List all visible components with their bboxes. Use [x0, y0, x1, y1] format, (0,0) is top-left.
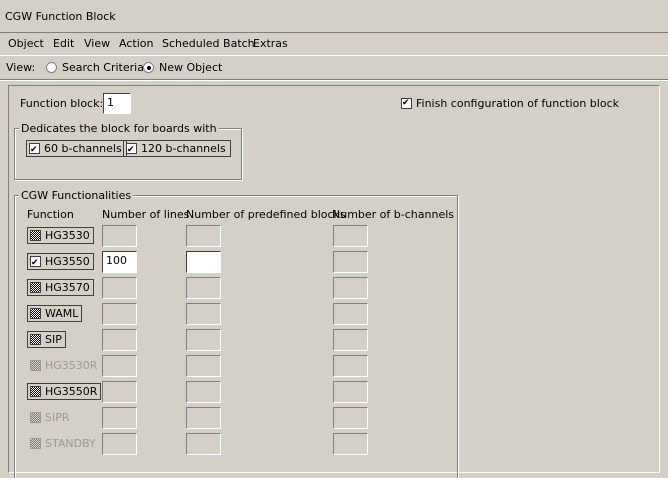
- function-sipr: SIPR: [27, 409, 74, 426]
- checkbox-60-label: 60 b-channels: [44, 142, 122, 155]
- check-icon: [30, 256, 41, 271]
- tristate-checkbox-icon: [30, 282, 41, 293]
- function-standby-label: STANDBY: [45, 437, 96, 450]
- bchannels-field-sipr: [333, 407, 368, 429]
- function-standby: STANDBY: [27, 435, 100, 452]
- header-number-of-predefined-blocks: Number of predefined blocks: [186, 208, 346, 221]
- function-hg3570-label: HG3570: [45, 281, 90, 294]
- function-hg3570[interactable]: HG3570: [27, 279, 94, 296]
- header-number-of-lines: Number of lines: [102, 208, 190, 221]
- check-icon: [29, 143, 40, 158]
- lines-field-standby: [102, 433, 137, 455]
- function-block-label: Function block:: [20, 97, 104, 110]
- tristate-checkbox-icon: [30, 412, 41, 423]
- tristate-checkbox-icon: [30, 360, 41, 371]
- bchannels-field-hg3550: [333, 251, 368, 273]
- bchannels-field-hg3530: [333, 225, 368, 247]
- function-hg3530[interactable]: HG3530: [27, 227, 94, 244]
- function-hg3530r: HG3530R: [27, 357, 102, 374]
- function-hg3530-label: HG3530: [45, 229, 90, 242]
- function-hg3550r[interactable]: HG3550R: [27, 383, 102, 400]
- checkbox-120-label: 120 b-channels: [141, 142, 226, 155]
- title-bar: CGW Function Block: [0, 0, 668, 33]
- menu-view[interactable]: View: [84, 37, 110, 50]
- menu-edit[interactable]: Edit: [53, 37, 74, 50]
- checkbox-120-b-channels[interactable]: 120 b-channels: [123, 140, 231, 158]
- function-block-input[interactable]: 1: [103, 93, 131, 114]
- functionalities-legend: CGW Functionalities: [19, 189, 134, 202]
- view-separator: [0, 79, 668, 81]
- bchannels-field-sip: [333, 329, 368, 351]
- window-title: CGW Function Block: [5, 10, 116, 23]
- function-hg3550r-label: HG3550R: [45, 385, 98, 398]
- lines-field-hg3550r: [102, 381, 137, 403]
- check-icon: [126, 143, 137, 158]
- function-sip-label: SIP: [45, 333, 62, 346]
- radio-search-criteria[interactable]: [46, 62, 57, 73]
- radio-new-object[interactable]: [143, 62, 154, 73]
- dedicate-legend: Dedicates the block for boards with: [19, 122, 219, 135]
- function-hg3550-label: HG3550: [45, 255, 90, 268]
- lines-field-sipr: [102, 407, 137, 429]
- header-function: Function: [27, 208, 74, 221]
- function-waml-label: WAML: [45, 307, 79, 320]
- blocks-field-hg3530r: [186, 355, 221, 377]
- menu-object[interactable]: Object: [8, 37, 44, 50]
- lines-field-hg3530: [102, 225, 137, 247]
- radio-search-criteria-label[interactable]: Search Criteria: [62, 61, 144, 74]
- bchannels-field-hg3570: [333, 277, 368, 299]
- lines-field-sip: [102, 329, 137, 351]
- tristate-checkbox-icon: [30, 386, 41, 397]
- bchannels-field-hg3530r: [333, 355, 368, 377]
- bchannels-field-hg3550r: [333, 381, 368, 403]
- blocks-field-hg3570: [186, 277, 221, 299]
- finish-config-label[interactable]: Finish configuration of function block: [416, 97, 619, 110]
- blocks-field-standby: [186, 433, 221, 455]
- lines-input-hg3550[interactable]: 100: [102, 251, 137, 273]
- function-hg3530r-label: HG3530R: [45, 359, 98, 372]
- view-label: View:: [6, 61, 36, 74]
- radio-new-object-label[interactable]: New Object: [159, 61, 222, 74]
- tristate-checkbox-icon: [30, 334, 41, 345]
- blocks-field-waml: [186, 303, 221, 325]
- menu-extras[interactable]: Extras: [253, 37, 288, 50]
- lines-field-hg3570: [102, 277, 137, 299]
- bchannels-field-waml: [333, 303, 368, 325]
- bchannels-field-standby: [333, 433, 368, 455]
- checkbox-60-b-channels[interactable]: 60 b-channels: [26, 140, 127, 158]
- blocks-field-hg3550r: [186, 381, 221, 403]
- menu-scheduled-batch[interactable]: Scheduled Batch: [162, 37, 255, 50]
- menu-action[interactable]: Action: [119, 37, 153, 50]
- blocks-field-hg3530: [186, 225, 221, 247]
- blocks-input-hg3550[interactable]: [186, 251, 221, 273]
- tristate-checkbox-icon: [30, 230, 41, 241]
- tristate-checkbox-icon: [30, 308, 41, 319]
- lines-field-hg3530r: [102, 355, 137, 377]
- function-waml[interactable]: WAML: [27, 305, 83, 322]
- blocks-field-sipr: [186, 407, 221, 429]
- function-sip[interactable]: SIP: [27, 331, 66, 348]
- menu-bar: Object Edit View Action Scheduled Batch …: [0, 33, 668, 56]
- function-sipr-label: SIPR: [45, 411, 70, 424]
- blocks-field-sip: [186, 329, 221, 351]
- tristate-checkbox-icon: [30, 438, 41, 449]
- header-number-of-b-channels: Number of b-channels: [332, 208, 454, 221]
- view-bar: View: Search Criteria New Object: [0, 56, 668, 78]
- finish-config-checkbox[interactable]: [401, 98, 412, 109]
- lines-field-waml: [102, 303, 137, 325]
- function-hg3550[interactable]: HG3550: [27, 253, 94, 271]
